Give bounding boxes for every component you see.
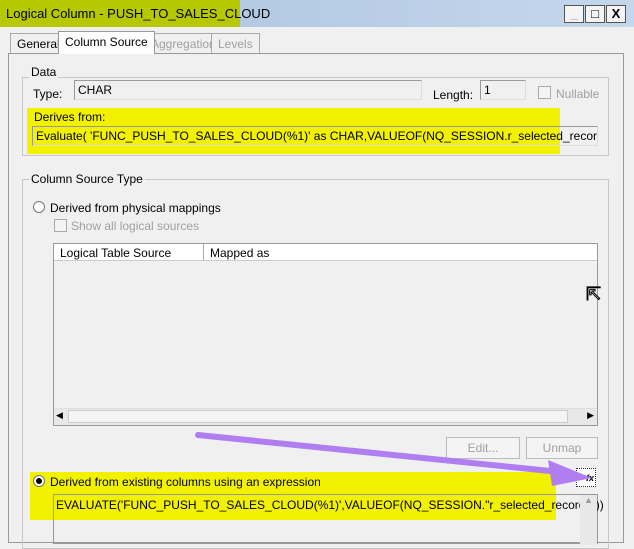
arrow-shaft bbox=[195, 432, 563, 475]
tab-column-source[interactable]: Column Source bbox=[58, 31, 155, 54]
annotation-arrow bbox=[195, 432, 592, 486]
arrow-head bbox=[548, 460, 592, 486]
